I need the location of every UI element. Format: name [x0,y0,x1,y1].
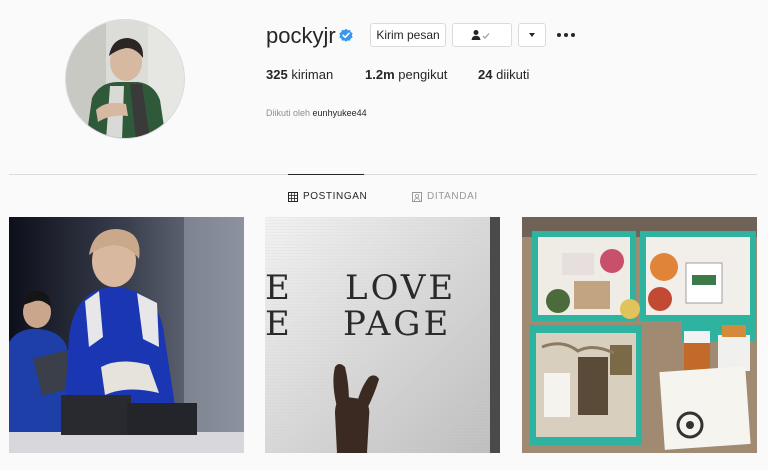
tabs-divider [9,174,757,175]
followers-count: 1.2m [365,67,395,82]
grid-icon [288,191,298,202]
suggestions-dropdown-button[interactable] [518,23,546,47]
active-tab-indicator [288,174,364,175]
following-label: diikuti [496,67,530,82]
post-2-side-text-top: E [265,268,290,308]
username: pockyjr [266,23,336,48]
followed-by-prefix: Diikuti oleh [266,108,311,118]
tab-posts[interactable]: POSTINGAN [288,191,367,202]
more-options-icon[interactable] [556,28,576,42]
post-thumbnail-3[interactable] [522,217,757,453]
caret-down-icon [529,33,535,37]
post-thumbnail-1[interactable] [9,217,244,453]
profile-avatar[interactable] [65,19,185,139]
post-thumbnail-2[interactable]: E E LOVE PAGE [265,217,500,453]
posts-count-stat: 325 kiriman [266,67,333,82]
send-message-button[interactable]: Kirim pesan [370,23,446,47]
followers-label: pengikut [398,67,448,82]
post-2-side-text-bottom: E [265,304,290,344]
followed-by-text: Diikuti oleh eunhyukee44 [266,108,367,118]
verified-badge-icon [339,28,353,42]
tab-posts-label: POSTINGAN [303,191,368,202]
tag-icon [412,191,422,202]
person-check-icon [471,30,490,40]
followed-by-user-link[interactable]: eunhyukee44 [313,108,367,118]
following-button[interactable] [452,23,512,47]
following-count: 24 [478,67,493,82]
tab-tagged-label: DITANDAI [427,191,478,202]
post-2-word-love: LOVE [345,268,456,308]
posts-label: kiriman [291,67,334,82]
followers-stat[interactable]: 1.2m pengikut [365,67,447,82]
post-2-word-page: PAGE [343,304,451,344]
tab-tagged[interactable]: DITANDAI [412,191,478,202]
posts-count: 325 [266,67,288,82]
following-stat[interactable]: 24 diikuti [478,67,529,82]
